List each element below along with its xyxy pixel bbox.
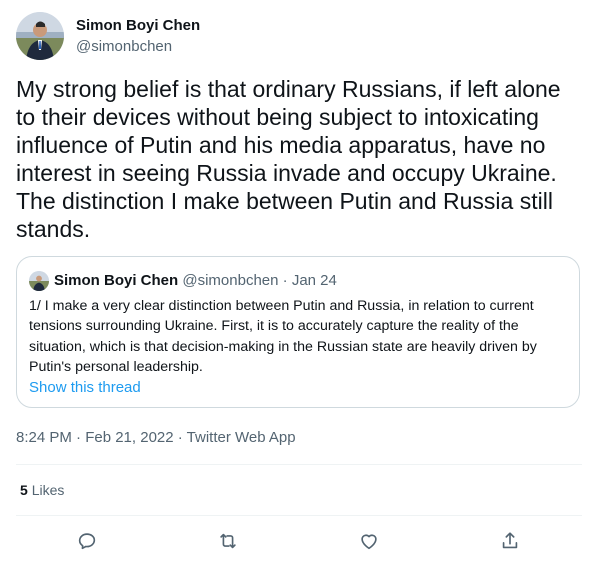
quoted-author-name: Simon Boyi Chen: [54, 272, 179, 289]
tweet-text: My strong belief is that ordinary Russia…: [16, 76, 561, 242]
quoted-date: Jan 24: [291, 272, 337, 289]
quoted-text: 1/ I make a very clear distinction betwe…: [29, 298, 537, 375]
share-button[interactable]: [495, 526, 525, 556]
likes-count: 5: [20, 482, 28, 498]
likes-label: Likes: [31, 482, 65, 498]
quoted-header: Simon Boyi Chen @simonbchen · Jan 24: [54, 272, 337, 289]
quoted-separator: ·: [282, 272, 288, 289]
quoted-tweet[interactable]: Simon Boyi Chen @simonbchen · Jan 24 1/ …: [16, 256, 580, 408]
divider: [16, 515, 582, 516]
show-thread-link[interactable]: Show this thread: [29, 379, 141, 396]
heart-icon: [361, 534, 377, 550]
tweet-timestamp[interactable]: 8:24 PM · Feb 21, 2022 · Twitter Web App: [16, 429, 296, 446]
share-icon: [502, 532, 518, 549]
reply-button[interactable]: [72, 526, 102, 556]
quoted-author-handle: @simonbchen: [182, 272, 279, 289]
reply-icon: [78, 533, 96, 550]
like-button[interactable]: [354, 526, 384, 556]
author-handle[interactable]: @simonbchen: [76, 38, 172, 55]
retweet-button[interactable]: [213, 526, 243, 556]
likes-stat[interactable]: 5 Likes: [20, 482, 64, 498]
divider: [16, 464, 582, 465]
retweet-icon: [220, 533, 236, 549]
author-name[interactable]: Simon Boyi Chen: [76, 17, 200, 34]
avatar[interactable]: [16, 12, 64, 60]
quoted-avatar: [29, 271, 49, 291]
